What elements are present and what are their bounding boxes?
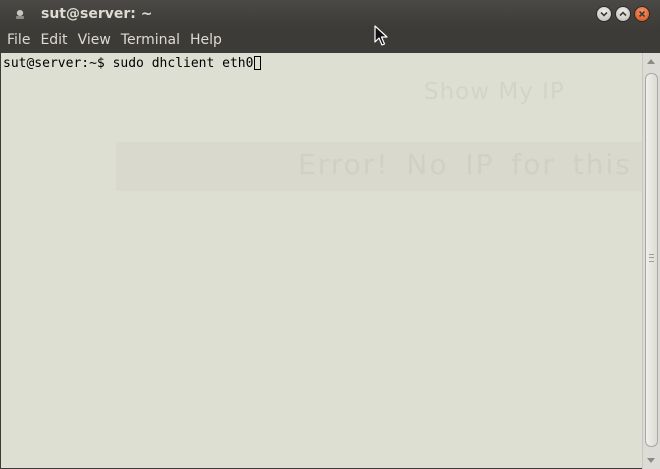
maximize-button[interactable] xyxy=(615,6,631,22)
minimize-icon xyxy=(600,11,608,17)
vertical-scrollbar[interactable] xyxy=(642,53,660,469)
grip-icon xyxy=(649,254,654,262)
maximize-icon xyxy=(619,11,627,17)
menu-view[interactable]: View xyxy=(73,28,116,53)
menu-terminal[interactable]: Terminal xyxy=(116,28,185,53)
minimize-button[interactable] xyxy=(596,6,612,22)
scroll-up-arrow-icon[interactable] xyxy=(647,59,655,64)
window-controls xyxy=(596,6,650,22)
terminal-window: sut@server: ~ File Edit View Terminal He… xyxy=(0,0,660,469)
background-overlay-error: Error! No IP for this ser xyxy=(298,148,642,181)
typed-command: sudo dhclient eth0 xyxy=(112,56,254,71)
shell-prompt: sut@server:~$ xyxy=(3,56,113,71)
title-bar[interactable]: sut@server: ~ xyxy=(0,0,660,28)
menu-bar: File Edit View Terminal Help xyxy=(0,28,660,53)
background-overlay-title: Show My IP xyxy=(424,79,565,105)
terminal-app-icon[interactable] xyxy=(12,7,28,21)
scroll-down-arrow-icon[interactable] xyxy=(647,458,655,463)
close-button[interactable] xyxy=(634,6,650,22)
scroll-thumb[interactable] xyxy=(645,73,658,447)
command-line[interactable]: sut@server:~$ sudo dhclient eth0 xyxy=(3,55,262,72)
close-icon xyxy=(638,10,646,18)
menu-help[interactable]: Help xyxy=(185,28,227,53)
menu-edit[interactable]: Edit xyxy=(35,28,72,53)
window-title: sut@server: ~ xyxy=(41,6,153,22)
text-cursor xyxy=(254,56,262,70)
menu-file[interactable]: File xyxy=(2,28,35,53)
terminal-output[interactable]: Show My IP Error! No IP for this ser sut… xyxy=(1,53,642,468)
mouse-pointer-icon xyxy=(374,25,388,46)
